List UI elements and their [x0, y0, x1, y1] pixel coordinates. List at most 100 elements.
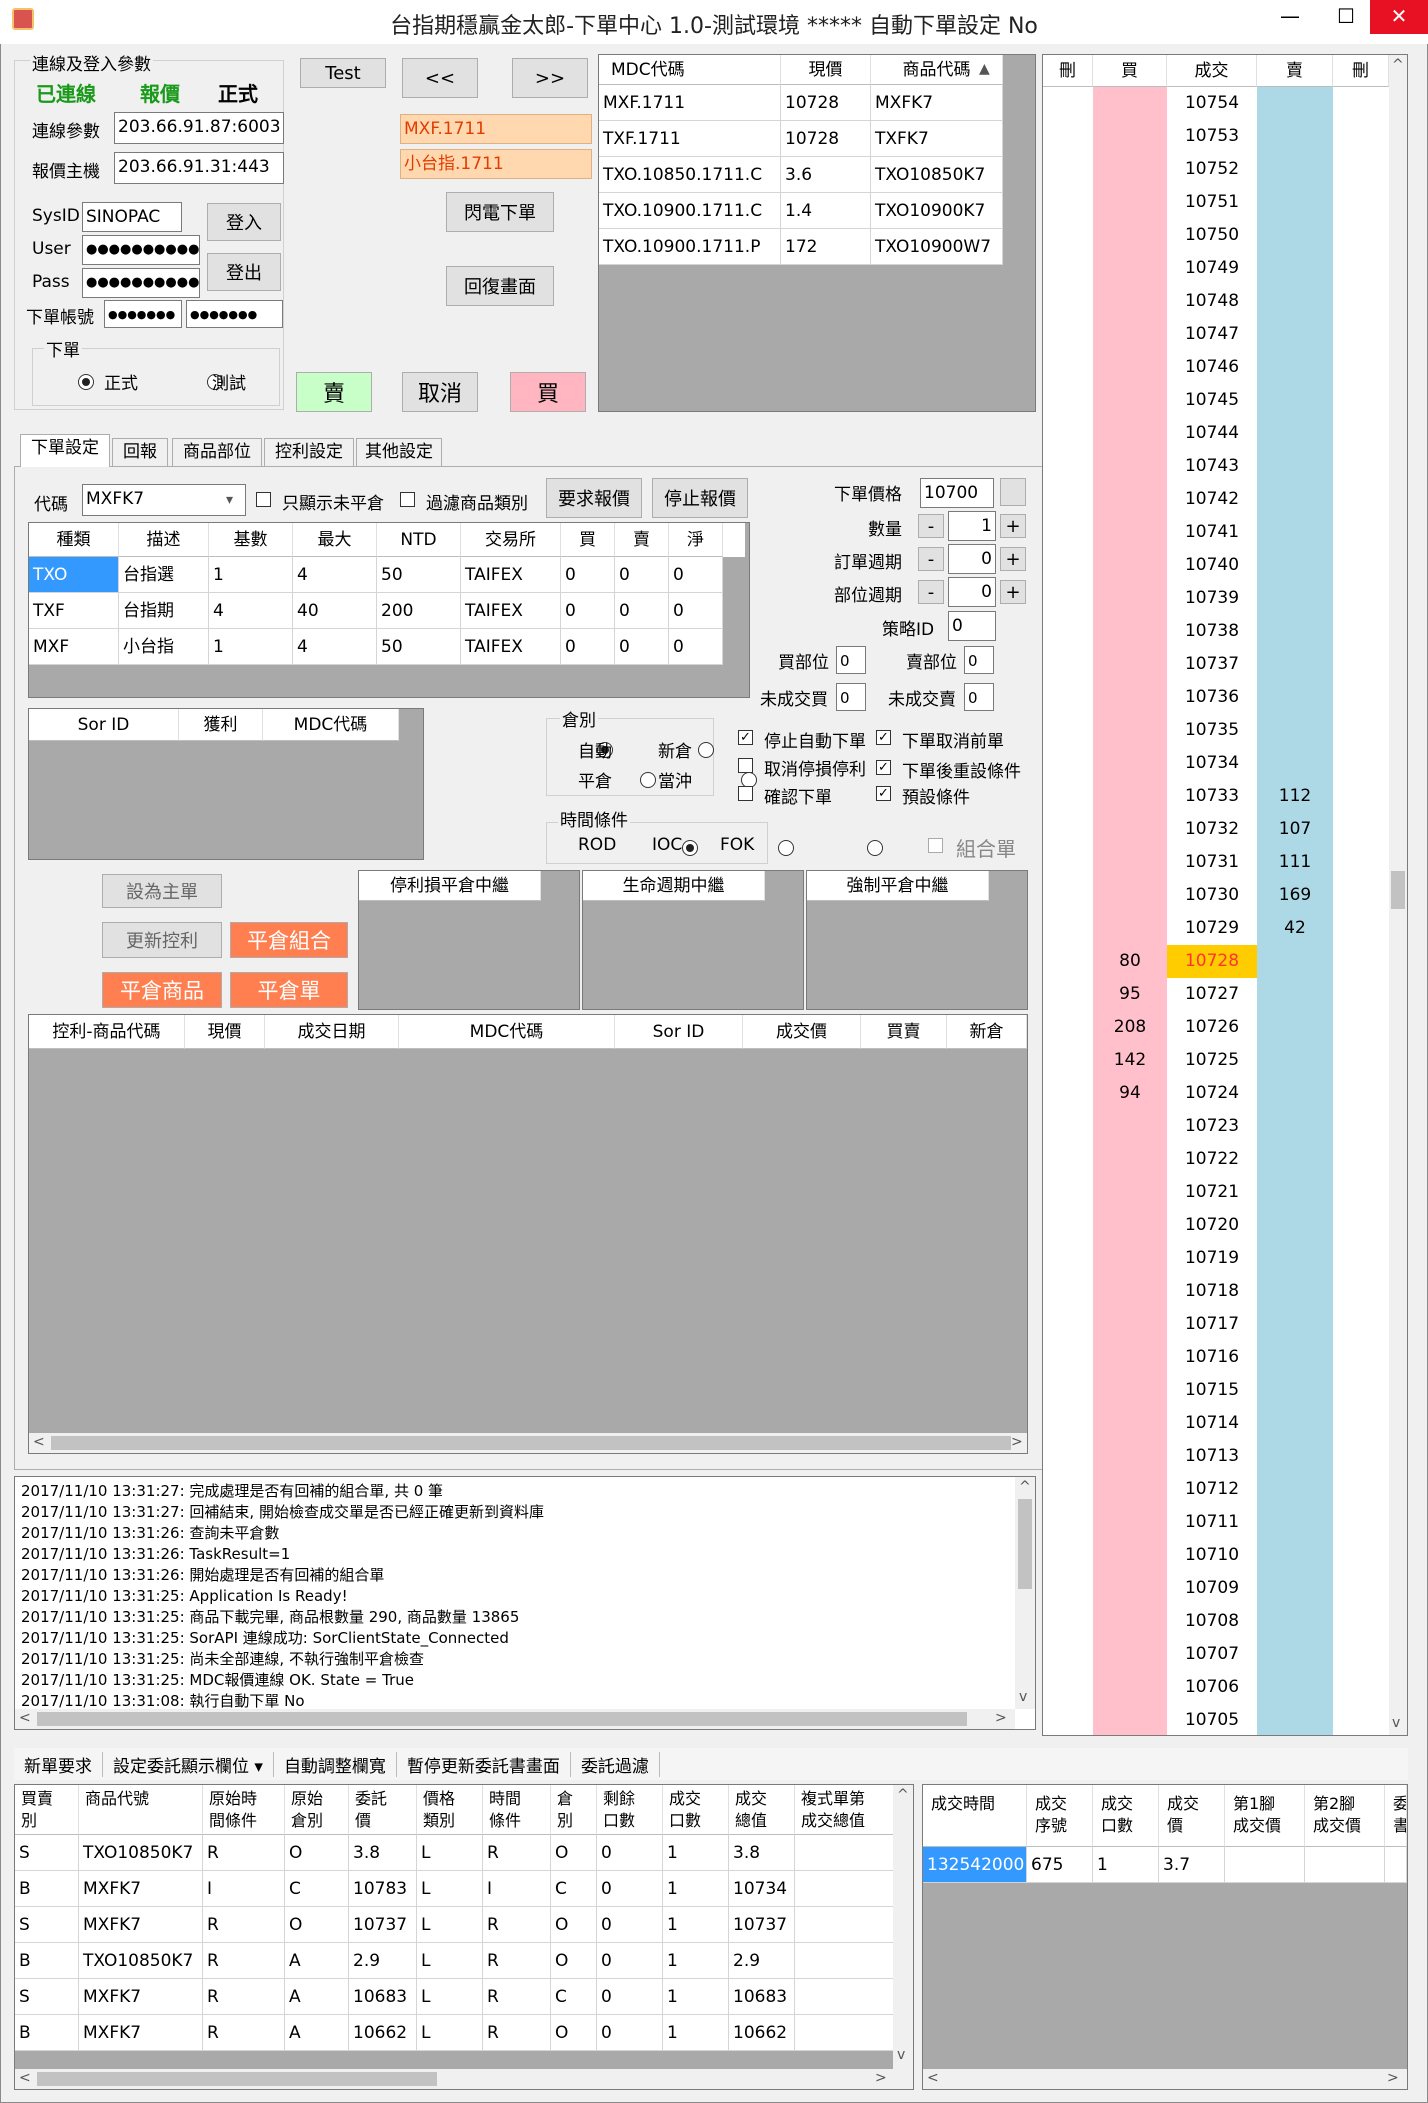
orders-cell[interactable]: R — [483, 1907, 551, 1943]
products-cell[interactable]: MXF — [29, 629, 119, 665]
conn-input[interactable]: 203.66.91.87:6003 — [114, 112, 284, 144]
ladder-delete-sell[interactable] — [1333, 681, 1389, 714]
ladder-delete-buy[interactable] — [1043, 1308, 1093, 1341]
orders-cell[interactable]: I — [203, 1871, 285, 1907]
next-button[interactable]: >> — [512, 58, 588, 98]
log-hscroll-thumb[interactable] — [37, 1712, 967, 1726]
cancel-stop-checkbox[interactable] — [738, 758, 753, 773]
scroll-up-icon[interactable]: ^ — [1019, 1479, 1031, 1495]
scroll-right-icon[interactable]: > — [1387, 2070, 1399, 2086]
ladder-price-cell[interactable]: 10749 — [1167, 252, 1257, 285]
ladder-delete-buy[interactable] — [1043, 615, 1093, 648]
ladder-delete-sell[interactable] — [1333, 252, 1389, 285]
orders-cell[interactable]: O — [551, 1907, 597, 1943]
prev-button[interactable]: << — [402, 58, 478, 98]
relay-stop-header[interactable]: 停利損平倉中繼 — [359, 871, 541, 901]
quote-host-input[interactable]: 203.66.91.31:443 — [114, 152, 284, 184]
ladder-sell-cell[interactable] — [1257, 1242, 1333, 1275]
fills-cell[interactable] — [1305, 1847, 1385, 1883]
ladder-price-cell[interactable]: 10731 — [1167, 846, 1257, 879]
ladder-delete-buy[interactable] — [1043, 1407, 1093, 1440]
ladder-delete-sell[interactable] — [1333, 1341, 1389, 1374]
orders-cell[interactable]: A — [285, 1979, 349, 2015]
ladder-delete-sell[interactable] — [1333, 1077, 1389, 1110]
qty-plus-button[interactable]: + — [1000, 514, 1026, 538]
orders-cell[interactable]: O — [551, 2015, 597, 2051]
ladder-sell-cell[interactable] — [1257, 1209, 1333, 1242]
ladder-price-cell[interactable]: 10747 — [1167, 318, 1257, 351]
orders-cell[interactable] — [795, 1943, 895, 1979]
cancel-before-checkbox[interactable]: ✓ — [876, 730, 891, 745]
ladder-delete-buy[interactable] — [1043, 1605, 1093, 1638]
ladder-buy-cell[interactable] — [1093, 87, 1167, 120]
ladder-buy-cell[interactable] — [1093, 912, 1167, 945]
products-header-cell[interactable]: 賣 — [615, 523, 669, 557]
scroll-down-icon[interactable]: v — [1392, 1715, 1400, 1731]
orders-cell[interactable]: R — [203, 1907, 285, 1943]
orders-cell[interactable]: A — [285, 2015, 349, 2051]
sysid-input[interactable]: SINOPAC — [82, 202, 182, 232]
order-price-extra-button[interactable] — [1000, 478, 1026, 506]
products-cell[interactable]: 50 — [377, 629, 461, 665]
orders-cell[interactable]: TXO10850K7 — [79, 1835, 203, 1871]
ladder-price-cell[interactable]: 10720 — [1167, 1209, 1257, 1242]
ladder-delete-buy[interactable] — [1043, 813, 1093, 846]
ladder-delete-buy[interactable] — [1043, 681, 1093, 714]
ladder-buy-cell[interactable] — [1093, 318, 1167, 351]
ladder-buy-cell[interactable] — [1093, 1407, 1167, 1440]
ladder-sell-cell[interactable] — [1257, 1143, 1333, 1176]
ladder-buy-cell[interactable] — [1093, 516, 1167, 549]
cancel-button[interactable]: 取消 — [402, 372, 478, 412]
orders-cell[interactable]: S — [15, 1979, 79, 2015]
ladder-price-cell[interactable]: 10717 — [1167, 1308, 1257, 1341]
products-cell[interactable]: TAIFEX — [461, 557, 561, 593]
orders-cell[interactable]: R — [483, 1943, 551, 1979]
ladder-delete-sell[interactable] — [1333, 879, 1389, 912]
ladder-sell-cell[interactable] — [1257, 582, 1333, 615]
fills-header-cell[interactable]: 成交時間 — [923, 1785, 1027, 1847]
mdc-header-cell[interactable]: MDC代碼 — [599, 55, 781, 85]
fills-cell[interactable] — [1385, 1847, 1407, 1883]
ladder-buy-cell[interactable] — [1093, 1143, 1167, 1176]
ladder-sell-cell[interactable] — [1257, 285, 1333, 318]
mdc-cell[interactable]: MXFK7 — [871, 85, 1003, 121]
ladder-price-cell[interactable]: 10734 — [1167, 747, 1257, 780]
fills-header-cell[interactable]: 成交 口數 — [1093, 1785, 1159, 1847]
ladder-sell-cell[interactable] — [1257, 978, 1333, 1011]
fills-header-cell[interactable]: 成交 序號 — [1027, 1785, 1093, 1847]
products-cell[interactable]: 0 — [669, 629, 723, 665]
products-cell[interactable]: TAIFEX — [461, 593, 561, 629]
ladder-delete-sell[interactable] — [1333, 1308, 1389, 1341]
ladder-price-cell[interactable]: 10748 — [1167, 285, 1257, 318]
mdc-cell[interactable]: TXO.10850.1711.C — [599, 157, 781, 193]
orders-cell[interactable]: 10662 — [349, 2015, 417, 2051]
sor-header-cell[interactable]: 獲利 — [179, 709, 263, 741]
orders-cell[interactable]: O — [285, 1907, 349, 1943]
orders-cell[interactable]: R — [203, 1979, 285, 2015]
login-button[interactable]: 登入 — [207, 203, 281, 241]
products-cell[interactable]: 0 — [561, 629, 615, 665]
ladder-buy-cell[interactable] — [1093, 747, 1167, 780]
close-button[interactable]: ✕ — [1370, 0, 1428, 34]
orders-header-cell[interactable]: 成交 口數 — [663, 1785, 729, 1835]
scroll-up-icon[interactable]: ^ — [1392, 57, 1404, 73]
ladder-sell-cell[interactable] — [1257, 252, 1333, 285]
stop-quote-button[interactable]: 停止報價 — [652, 478, 748, 518]
ladder-delete-sell[interactable] — [1333, 87, 1389, 120]
toolbar-button[interactable]: 設定委託顯示欄位 ▾ — [103, 1751, 274, 1777]
products-cell[interactable]: TAIFEX — [461, 629, 561, 665]
ladder-buy-cell[interactable] — [1093, 384, 1167, 417]
products-cell[interactable]: 台指期 — [119, 593, 209, 629]
ladder-delete-sell[interactable] — [1333, 516, 1389, 549]
ladder-sell-cell[interactable] — [1257, 1077, 1333, 1110]
pass-input[interactable]: ●●●●●●●●●●● — [82, 268, 200, 298]
ladder-price-cell[interactable]: 10727 — [1167, 978, 1257, 1011]
ladder-buy-cell[interactable]: 142 — [1093, 1044, 1167, 1077]
ladder-header-cell[interactable]: 刪 — [1043, 55, 1093, 87]
order-price-input[interactable]: 10700 — [920, 478, 994, 508]
ladder-sell-cell[interactable] — [1257, 483, 1333, 516]
orders-cell[interactable]: 0 — [597, 1907, 663, 1943]
ladder-buy-cell[interactable] — [1093, 285, 1167, 318]
ladder-delete-sell[interactable] — [1333, 417, 1389, 450]
ladder-price-cell[interactable]: 10712 — [1167, 1473, 1257, 1506]
